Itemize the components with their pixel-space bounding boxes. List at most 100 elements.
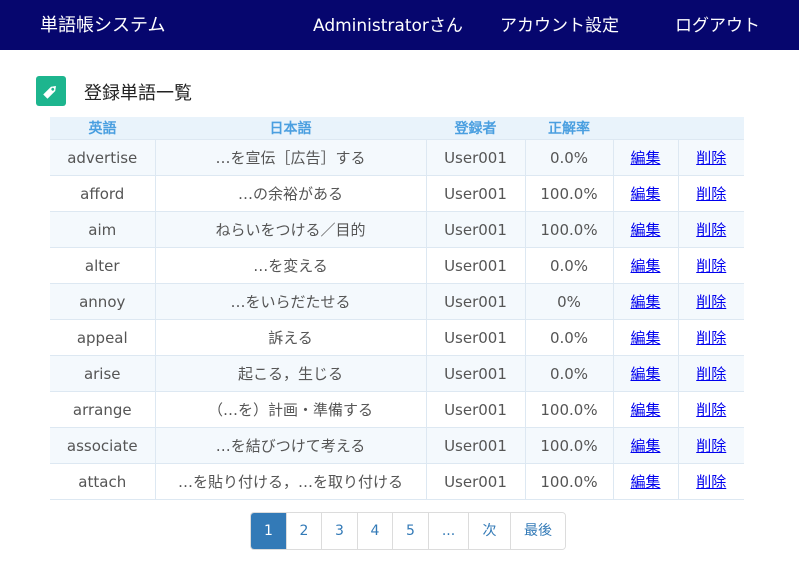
word-japanese-cell: …を変える xyxy=(154,247,426,284)
word-registrant-cell: User001 xyxy=(425,427,525,464)
page-button-2[interactable]: 2 xyxy=(286,513,321,549)
word-registrant-cell: User001 xyxy=(425,139,525,176)
word-japanese-cell: 起こる，生じる xyxy=(154,355,426,392)
table-row: annoy …をいらだたせる User001 0% 編集 削除 xyxy=(50,283,744,320)
delete-link-cell: 削除 xyxy=(677,391,744,428)
word-english-cell: alter xyxy=(50,247,155,284)
edit-link-cell: 編集 xyxy=(612,427,678,464)
top-navbar: 単語帳システム Administratorさん アカウント設定 ログアウト xyxy=(0,0,799,50)
edit-link[interactable]: 編集 xyxy=(630,437,660,455)
word-english-cell: afford xyxy=(50,175,155,212)
word-japanese-cell: …をいらだたせる xyxy=(154,283,426,320)
delete-link[interactable]: 削除 xyxy=(696,293,726,311)
edit-link-cell: 編集 xyxy=(612,175,678,212)
app-brand[interactable]: 単語帳システム xyxy=(40,0,165,50)
edit-link-cell: 編集 xyxy=(612,319,678,356)
table-row: aim ねらいをつける／目的 User001 100.0% 編集 削除 xyxy=(50,211,744,248)
word-japanese-cell: （…を）計画・準備する xyxy=(154,391,426,428)
nav-logout-link[interactable]: ログアウト xyxy=(675,0,760,50)
pagination: 1 2 3 4 5 ... 次 最後 xyxy=(250,512,566,550)
delete-link[interactable]: 削除 xyxy=(696,437,726,455)
edit-link[interactable]: 編集 xyxy=(630,149,660,167)
column-header-edit xyxy=(613,117,678,140)
table-row: advertise …を宣伝［広告］する User001 0.0% 編集 削除 xyxy=(50,139,744,176)
table-row: arise 起こる，生じる User001 0.0% 編集 削除 xyxy=(50,355,744,392)
edit-link[interactable]: 編集 xyxy=(630,365,660,383)
edit-link-cell: 編集 xyxy=(612,283,678,320)
word-accuracy-cell: 0.0% xyxy=(524,319,613,356)
word-registrant-cell: User001 xyxy=(425,391,525,428)
delete-link[interactable]: 削除 xyxy=(696,221,726,239)
word-accuracy-cell: 100.0% xyxy=(524,427,613,464)
edit-link-cell: 編集 xyxy=(612,391,678,428)
edit-link[interactable]: 編集 xyxy=(630,329,660,347)
word-english-cell: annoy xyxy=(50,283,155,320)
word-english-cell: associate xyxy=(50,427,155,464)
word-japanese-cell: ねらいをつける／目的 xyxy=(154,211,426,248)
edit-link-cell: 編集 xyxy=(612,211,678,248)
word-japanese-cell: …を貼り付ける，…を取り付ける xyxy=(154,463,426,500)
word-japanese-cell: 訴える xyxy=(154,319,426,356)
nav-user-link[interactable]: Administratorさん xyxy=(313,0,463,50)
table-row: afford …の余裕がある User001 100.0% 編集 削除 xyxy=(50,175,744,212)
word-accuracy-cell: 100.0% xyxy=(524,463,613,500)
table-row: alter …を変える User001 0.0% 編集 削除 xyxy=(50,247,744,284)
delete-link[interactable]: 削除 xyxy=(696,185,726,203)
page-button-3[interactable]: 3 xyxy=(321,513,357,549)
edit-link[interactable]: 編集 xyxy=(630,293,660,311)
edit-link-cell: 編集 xyxy=(612,247,678,284)
delete-link-cell: 削除 xyxy=(677,175,744,212)
edit-link-cell: 編集 xyxy=(612,355,678,392)
word-english-cell: arrange xyxy=(50,391,155,428)
table-row: associate …を結びつけて考える User001 100.0% 編集 削除 xyxy=(50,427,744,464)
delete-link-cell: 削除 xyxy=(677,355,744,392)
column-header-japanese[interactable]: 日本語 xyxy=(155,117,426,140)
word-accuracy-cell: 100.0% xyxy=(524,175,613,212)
word-registrant-cell: User001 xyxy=(425,283,525,320)
table-row: attach …を貼り付ける，…を取り付ける User001 100.0% 編集 削除 xyxy=(50,463,744,500)
last-page-button[interactable]: 最後 xyxy=(510,513,565,549)
column-header-accuracy[interactable]: 正解率 xyxy=(525,117,613,140)
delete-link[interactable]: 削除 xyxy=(696,257,726,275)
edit-link[interactable]: 編集 xyxy=(630,257,660,275)
edit-link-cell: 編集 xyxy=(612,139,678,176)
word-accuracy-cell: 0.0% xyxy=(524,247,613,284)
delete-link[interactable]: 削除 xyxy=(696,329,726,347)
table-header-row: 英語 日本語 登録者 正解率 xyxy=(50,117,744,140)
delete-link[interactable]: 削除 xyxy=(696,149,726,167)
column-header-english[interactable]: 英語 xyxy=(50,117,155,140)
edit-link[interactable]: 編集 xyxy=(630,185,660,203)
page-button-5[interactable]: 5 xyxy=(392,513,428,549)
page-button-4[interactable]: 4 xyxy=(357,513,392,549)
table-row: arrange （…を）計画・準備する User001 100.0% 編集 削除 xyxy=(50,391,744,428)
delete-link-cell: 削除 xyxy=(677,463,744,500)
page-button-1[interactable]: 1 xyxy=(251,513,286,549)
table-row: appeal 訴える User001 0.0% 編集 削除 xyxy=(50,319,744,356)
delete-link-cell: 削除 xyxy=(677,427,744,464)
word-registrant-cell: User001 xyxy=(425,463,525,500)
delete-link[interactable]: 削除 xyxy=(696,473,726,491)
word-registrant-cell: User001 xyxy=(425,319,525,356)
word-english-cell: attach xyxy=(50,463,155,500)
delete-link-cell: 削除 xyxy=(677,283,744,320)
edit-link[interactable]: 編集 xyxy=(630,473,660,491)
column-header-registrant[interactable]: 登録者 xyxy=(426,117,525,140)
delete-link-cell: 削除 xyxy=(677,139,744,176)
delete-link[interactable]: 削除 xyxy=(696,401,726,419)
nav-account-settings-link[interactable]: アカウント設定 xyxy=(500,0,619,50)
edit-link[interactable]: 編集 xyxy=(630,221,660,239)
word-accuracy-cell: 100.0% xyxy=(524,391,613,428)
word-english-cell: aim xyxy=(50,211,155,248)
page-ellipsis: ... xyxy=(428,513,468,549)
delete-link-cell: 削除 xyxy=(677,247,744,284)
word-accuracy-cell: 100.0% xyxy=(524,211,613,248)
word-english-cell: appeal xyxy=(50,319,155,356)
delete-link[interactable]: 削除 xyxy=(696,365,726,383)
word-registrant-cell: User001 xyxy=(425,247,525,284)
word-japanese-cell: …を宣伝［広告］する xyxy=(154,139,426,176)
edit-link[interactable]: 編集 xyxy=(630,401,660,419)
delete-link-cell: 削除 xyxy=(677,319,744,356)
word-accuracy-cell: 0% xyxy=(524,283,613,320)
next-page-button[interactable]: 次 xyxy=(468,513,510,549)
tag-icon xyxy=(36,76,66,106)
